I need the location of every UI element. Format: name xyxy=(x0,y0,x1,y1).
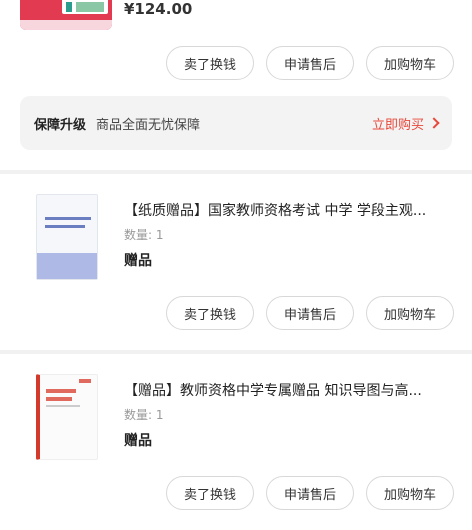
product-quantity: 数量: 1 xyxy=(124,408,164,422)
action-button-row: 卖了换钱 申请售后 加购物车 xyxy=(165,476,454,510)
add-to-cart-button[interactable]: 加购物车 xyxy=(365,476,454,510)
gift-label: 赠品 xyxy=(124,253,152,269)
thumbnail-strip xyxy=(20,20,112,30)
resell-button[interactable]: 卖了换钱 xyxy=(165,296,254,330)
product-thumbnail[interactable] xyxy=(36,374,98,460)
product-quantity: 数量: 1 xyxy=(124,228,164,242)
action-button-row: 卖了换钱 申请售后 加购物车 xyxy=(165,46,454,80)
product-thumbnail[interactable] xyxy=(20,0,112,30)
after-sales-button[interactable]: 申请售后 xyxy=(265,296,354,330)
guarantee-title: 保障升级 xyxy=(34,117,87,133)
chevron-right-icon xyxy=(428,117,440,129)
resell-button[interactable]: 卖了换钱 xyxy=(165,476,254,510)
after-sales-button[interactable]: 申请售后 xyxy=(265,476,354,510)
product-title[interactable]: 【纸质赠品】国家教师资格考试 中学 学段主观... xyxy=(124,200,454,220)
order-item-card: 【赠品】教师资格中学专属赠品 知识导图与高... 数量: 1 赠品 卖了换钱 申… xyxy=(0,354,472,530)
cover-mark xyxy=(79,379,91,383)
cover-line xyxy=(45,225,85,228)
thumbnail-graphic xyxy=(62,0,108,14)
product-price: ¥124.00 xyxy=(124,0,193,18)
cover-line xyxy=(45,217,91,220)
guarantee-description: 商品全面无忧保障 xyxy=(96,117,201,133)
buy-now-label: 立即购买 xyxy=(371,117,424,133)
after-sales-button[interactable]: 申请售后 xyxy=(265,46,354,80)
gift-label: 赠品 xyxy=(124,433,152,449)
product-title[interactable]: 【赠品】教师资格中学专属赠品 知识导图与高... xyxy=(124,380,454,400)
add-to-cart-button[interactable]: 加购物车 xyxy=(365,46,454,80)
order-item-card-top: ¥124.00 卖了换钱 申请售后 加购物车 保障升级 商品全面无忧保障 立即购… xyxy=(0,0,472,170)
guarantee-upgrade-banner[interactable]: 保障升级 商品全面无忧保障 立即购买 xyxy=(20,96,452,150)
cover-line xyxy=(46,397,72,401)
product-thumbnail[interactable] xyxy=(36,194,98,280)
resell-button[interactable]: 卖了换钱 xyxy=(165,46,254,80)
cover-line xyxy=(46,389,76,393)
order-item-card: 【纸质赠品】国家教师资格考试 中学 学段主观... 数量: 1 赠品 卖了换钱 … xyxy=(0,174,472,350)
action-button-row: 卖了换钱 申请售后 加购物车 xyxy=(165,296,454,330)
cover-line xyxy=(46,405,80,407)
buy-now-link[interactable]: 立即购买 xyxy=(371,114,440,133)
add-to-cart-button[interactable]: 加购物车 xyxy=(365,296,454,330)
cover-band xyxy=(37,253,97,279)
